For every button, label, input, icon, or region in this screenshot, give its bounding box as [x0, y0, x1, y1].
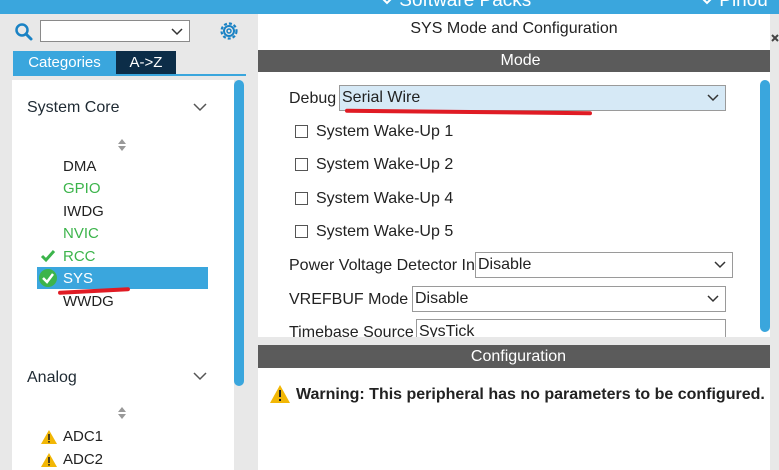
gear-icon[interactable] — [218, 20, 240, 42]
top-toolbar: Software Packs Pinou — [0, 0, 779, 14]
configuration-section-header: Configuration — [258, 345, 779, 368]
list-item-wwdg[interactable]: WWDG — [63, 292, 114, 312]
wakeup-2-checkbox[interactable] — [295, 158, 308, 171]
warning-icon — [270, 385, 290, 403]
wakeup-5-label: System Wake-Up 5 — [316, 223, 454, 240]
panel-splitter[interactable] — [248, 14, 258, 470]
debug-select[interactable]: Serial Wire — [339, 85, 726, 111]
section-splitter[interactable] — [258, 337, 779, 345]
search-combobox[interactable] — [40, 20, 190, 42]
close-icon[interactable] — [771, 34, 779, 48]
vrefbuf-label: VREFBUF Mode — [289, 291, 409, 308]
chevron-down-icon — [707, 295, 719, 303]
vrefbuf-value: Disable — [415, 290, 469, 307]
warning-message: Warning: This peripheral has no paramete… — [296, 386, 765, 403]
group-analog[interactable]: Analog — [27, 369, 77, 387]
right-edge-panel — [770, 14, 779, 470]
warning-icon — [41, 430, 57, 444]
tab-categories[interactable]: Categories — [13, 51, 116, 74]
list-item-dma[interactable]: DMA — [63, 157, 96, 177]
software-packs-menu[interactable]: Software Packs — [380, 0, 531, 12]
pvd-value: Disable — [478, 256, 532, 273]
pvd-select[interactable]: Disable — [475, 252, 733, 278]
pinout-label: Pinou — [719, 0, 768, 11]
warning-icon — [41, 453, 57, 467]
check-circle-icon — [39, 269, 57, 287]
category-scrollbar[interactable] — [234, 80, 244, 386]
debug-value: Serial Wire — [342, 89, 421, 106]
chevron-down-icon — [714, 261, 726, 269]
mode-scrollbar[interactable] — [760, 80, 770, 332]
list-item-adc2[interactable]: ADC2 — [63, 450, 103, 470]
sort-icon[interactable] — [117, 138, 127, 152]
checkmark-icon — [40, 250, 56, 263]
list-item-nvic[interactable]: NVIC — [63, 224, 99, 244]
wakeup-2-label: System Wake-Up 2 — [316, 156, 454, 173]
list-item-iwdg[interactable]: IWDG — [63, 202, 104, 222]
wakeup-4-checkbox[interactable] — [295, 192, 308, 205]
chevron-down-icon[interactable] — [193, 102, 207, 112]
search-icon[interactable] — [14, 22, 34, 42]
chevron-down-icon — [707, 94, 719, 102]
sort-icon[interactable] — [117, 406, 127, 420]
list-item-gpio[interactable]: GPIO — [63, 179, 101, 199]
chevron-down-icon — [382, 0, 392, 5]
list-item-rcc[interactable]: RCC — [63, 247, 96, 267]
pvd-label: Power Voltage Detector In — [289, 257, 475, 274]
page-title: SYS Mode and Configuration — [410, 20, 618, 37]
pinout-menu[interactable]: Pinou — [700, 0, 768, 12]
configuration-section — [258, 368, 779, 470]
chevron-down-icon — [171, 28, 183, 36]
mode-section-header: Mode — [258, 50, 779, 72]
wakeup-1-label: System Wake-Up 1 — [316, 123, 454, 140]
list-item-adc1[interactable]: ADC1 — [63, 427, 103, 447]
tab-underline — [13, 74, 246, 76]
chevron-down-icon[interactable] — [193, 371, 207, 381]
list-item-sys[interactable]: SYS — [63, 269, 93, 289]
debug-label: Debug — [289, 90, 337, 107]
chevron-down-icon — [702, 0, 712, 5]
software-packs-label: Software Packs — [399, 0, 532, 11]
wakeup-1-checkbox[interactable] — [295, 125, 308, 138]
group-system-core[interactable]: System Core — [27, 99, 119, 117]
wakeup-5-checkbox[interactable] — [295, 225, 308, 238]
vrefbuf-select[interactable]: Disable — [412, 286, 726, 312]
tab-a-to-z[interactable]: A->Z — [116, 51, 176, 74]
wakeup-4-label: System Wake-Up 4 — [316, 190, 454, 207]
